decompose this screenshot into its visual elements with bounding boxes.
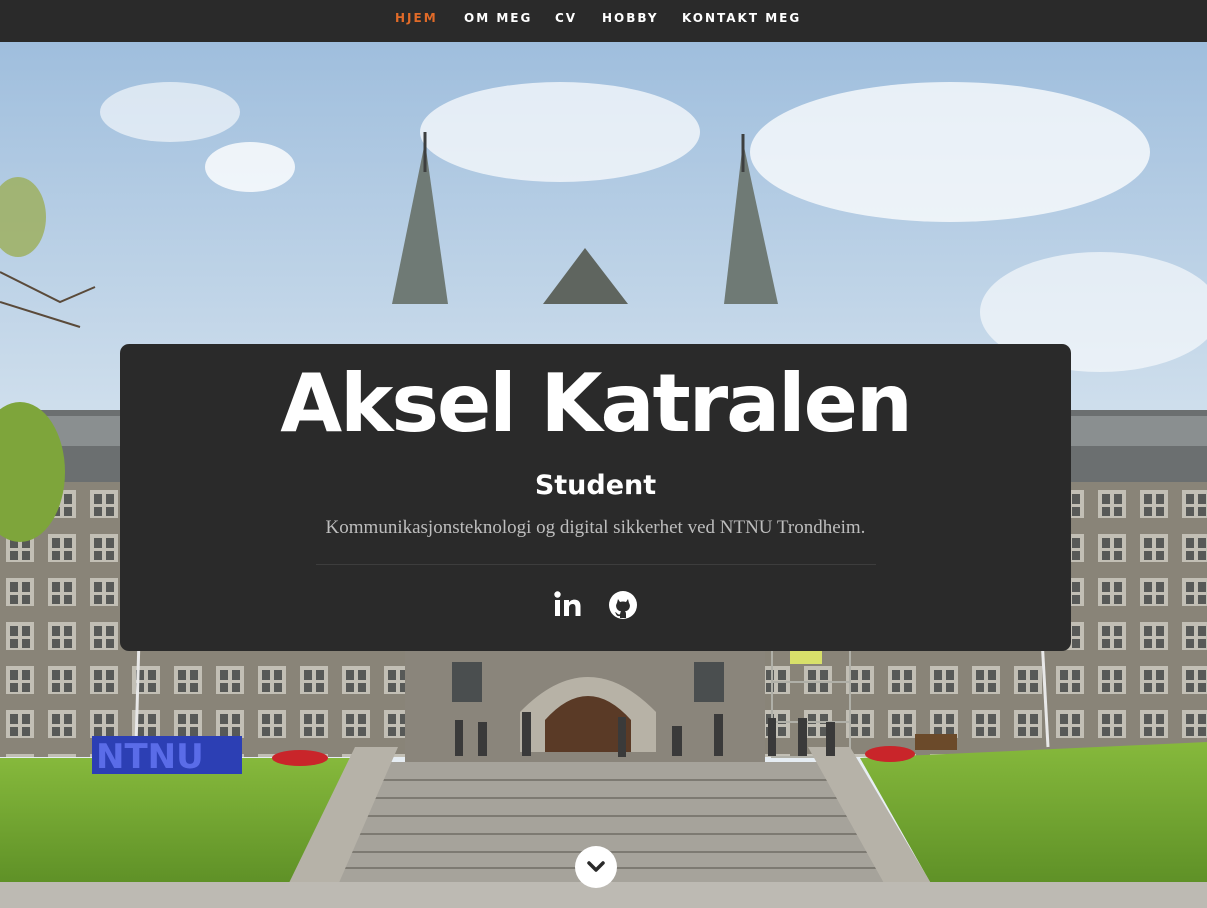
- intro-card: Aksel Katralen Student Kommunikasjonstek…: [120, 344, 1071, 651]
- ntnu-sign: NTNU: [96, 737, 204, 777]
- nav-item-cv[interactable]: CV: [555, 11, 577, 25]
- nav-item-kontakt-meg[interactable]: KONTAKT MEG: [682, 11, 801, 25]
- hero-role: Student: [534, 470, 657, 501]
- hero-section: NTNU Aksel Katralen Student Kommunikasjo…: [0, 42, 1207, 908]
- nav-item-hobby[interactable]: HOBBY: [602, 11, 659, 25]
- scroll-down-button[interactable]: [575, 846, 617, 888]
- linkedin-link[interactable]: [551, 588, 585, 622]
- divider: [316, 564, 876, 565]
- hero-name: Aksel Katralen: [280, 357, 913, 450]
- linkedin-icon: [554, 591, 581, 616]
- github-link[interactable]: [606, 588, 640, 622]
- chevron-down-icon: [587, 861, 605, 872]
- hero-description: Kommunikasjonsteknologi og digital sikke…: [325, 517, 866, 538]
- nav-item-hjem[interactable]: HJEM: [395, 11, 438, 25]
- github-icon: [609, 591, 637, 619]
- nav-item-om-meg[interactable]: OM MEG: [464, 11, 532, 25]
- navbar: HJEM OM MEG CV HOBBY KONTAKT MEG: [0, 0, 1207, 42]
